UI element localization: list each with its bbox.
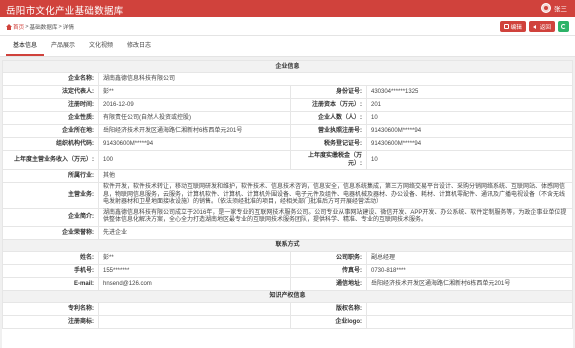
org-code: 91430600M*****94	[98, 137, 291, 151]
field-label: 专利名称:	[2, 301, 99, 316]
registered-capital: 201	[366, 98, 573, 112]
field-label: 注册商标:	[2, 314, 99, 329]
avatar	[541, 3, 551, 13]
detail-table: 企业信息 企业名称: 湖南鑫德信息科技有限公司 法定代表人: 彭** 身份证号:…	[2, 60, 573, 329]
field-label: 版权名称:	[290, 301, 367, 316]
contact-mail-address: 岳阳经济技术开发区通海路仁湘新村6栋西单元201号	[366, 276, 573, 291]
edit-button[interactable]: 编辑	[499, 21, 526, 32]
annual-tax-paid: 10	[366, 150, 573, 170]
contact-email: hnsend@126.com	[98, 276, 291, 291]
tab-basic-info[interactable]: 基本信息	[6, 36, 45, 56]
home-icon	[6, 24, 12, 30]
app-title: 岳阳市文化产业基础数据库	[6, 6, 124, 17]
field-label: 所属行业:	[2, 169, 99, 183]
field-label: 注册时间:	[2, 98, 99, 112]
breadcrumb-item-detail: 详情	[62, 25, 74, 31]
field-label: 注册资本（万元）:	[290, 98, 367, 112]
annual-revenue: 100	[98, 150, 291, 170]
refresh-button[interactable]	[558, 21, 569, 32]
breadcrumb-item-database[interactable]: 基础数据库	[29, 23, 57, 31]
tab-videos[interactable]: 文化视频	[82, 36, 120, 56]
field-label: 手机号:	[2, 263, 99, 278]
company-address: 岳阳经济技术开发区通海路仁湘新村6栋西单元201号	[98, 124, 291, 138]
id-number: 430304******1325	[366, 85, 573, 99]
refresh-icon	[561, 24, 566, 29]
business-license-number: 91430600M*****94	[366, 124, 573, 138]
field-label: 身份证号:	[290, 85, 367, 99]
section-company: 企业信息	[2, 60, 573, 73]
company-name: 湖南鑫德信息科技有限公司	[98, 72, 573, 86]
detail-panel: 企业信息 企业名称: 湖南鑫德信息科技有限公司 法定代表人: 彭** 身份证号:…	[2, 60, 573, 348]
field-label: 姓名:	[2, 250, 99, 265]
field-label: 上年度主营业务收入（万元）:	[2, 150, 99, 170]
contact-phone: 155*******	[98, 263, 291, 278]
field-label: 企业荣誉称:	[2, 225, 99, 240]
field-label: 法定代表人:	[2, 85, 99, 99]
field-label: 企业所在地:	[2, 124, 99, 138]
tab-change-log[interactable]: 修改日志	[120, 36, 158, 56]
contact-fax: 0730-818****	[366, 263, 573, 278]
legal-representative: 彭**	[98, 85, 291, 99]
breadcrumb: 首页 > 基础数据库 > 详情	[6, 23, 74, 31]
username: 张三	[554, 6, 567, 13]
field-label: 组织机构代码:	[2, 137, 99, 151]
edit-icon	[503, 24, 509, 29]
registration-date: 2016-12-09	[98, 98, 291, 112]
user-menu[interactable]: 张三	[541, 3, 567, 13]
field-label: 营业执照注册号:	[290, 124, 367, 138]
contact-name: 彭**	[98, 250, 291, 265]
field-label: 上年度实缴税金（万元）:	[290, 150, 367, 170]
back-icon	[532, 24, 538, 29]
industry: 其他	[98, 169, 573, 183]
back-button[interactable]: 返回	[528, 21, 555, 32]
field-label: 通信地址:	[290, 276, 367, 291]
field-label: 税务登记证号:	[290, 137, 367, 151]
field-label: 公司职务:	[290, 250, 367, 265]
company-nature: 有限责任公司(自然人投资或控股)	[98, 111, 291, 125]
section-ip: 知识产权信息	[2, 289, 573, 303]
field-label: 企业logo:	[290, 314, 367, 329]
main-business: 软件开发，软件技术转让，移动互联网研发和维护，软件技术、信息技术咨询，信息安全，…	[98, 182, 573, 209]
breadcrumb-bar: 首页 > 基础数据库 > 详情 编辑 返回	[0, 17, 575, 36]
company-logo	[366, 314, 573, 329]
field-label: 企业简介:	[2, 207, 99, 227]
employee-count: 10	[366, 111, 573, 125]
field-label: 主营业务:	[2, 182, 99, 209]
trademark	[98, 314, 291, 329]
patent-name	[98, 301, 291, 316]
company-honor: 先进企业	[98, 225, 573, 240]
top-header: 岳阳市文化产业基础数据库 张三	[0, 0, 575, 17]
section-contact: 联系方式	[2, 238, 573, 252]
tab-bar: 基本信息 产品展示 文化视频 修改日志	[0, 36, 575, 57]
field-label: 传真号:	[290, 263, 367, 278]
breadcrumb-home[interactable]: 首页	[13, 23, 24, 31]
company-intro: 湖南鑫德信息科技有限公司成立于2016年，是一家专业的互联网技术服务公司。公司专…	[98, 207, 573, 227]
copyright-name	[366, 301, 573, 316]
tax-registration-number: 91430600M*****94	[366, 137, 573, 151]
field-label: E-mail:	[2, 276, 99, 291]
action-buttons: 编辑 返回	[499, 21, 569, 32]
tab-products[interactable]: 产品展示	[44, 36, 82, 56]
field-label: 企业性质:	[2, 111, 99, 125]
field-label: 企业名称:	[2, 72, 99, 86]
contact-position: 副总经理	[366, 250, 573, 265]
field-label: 企业人数（人）:	[290, 111, 367, 125]
